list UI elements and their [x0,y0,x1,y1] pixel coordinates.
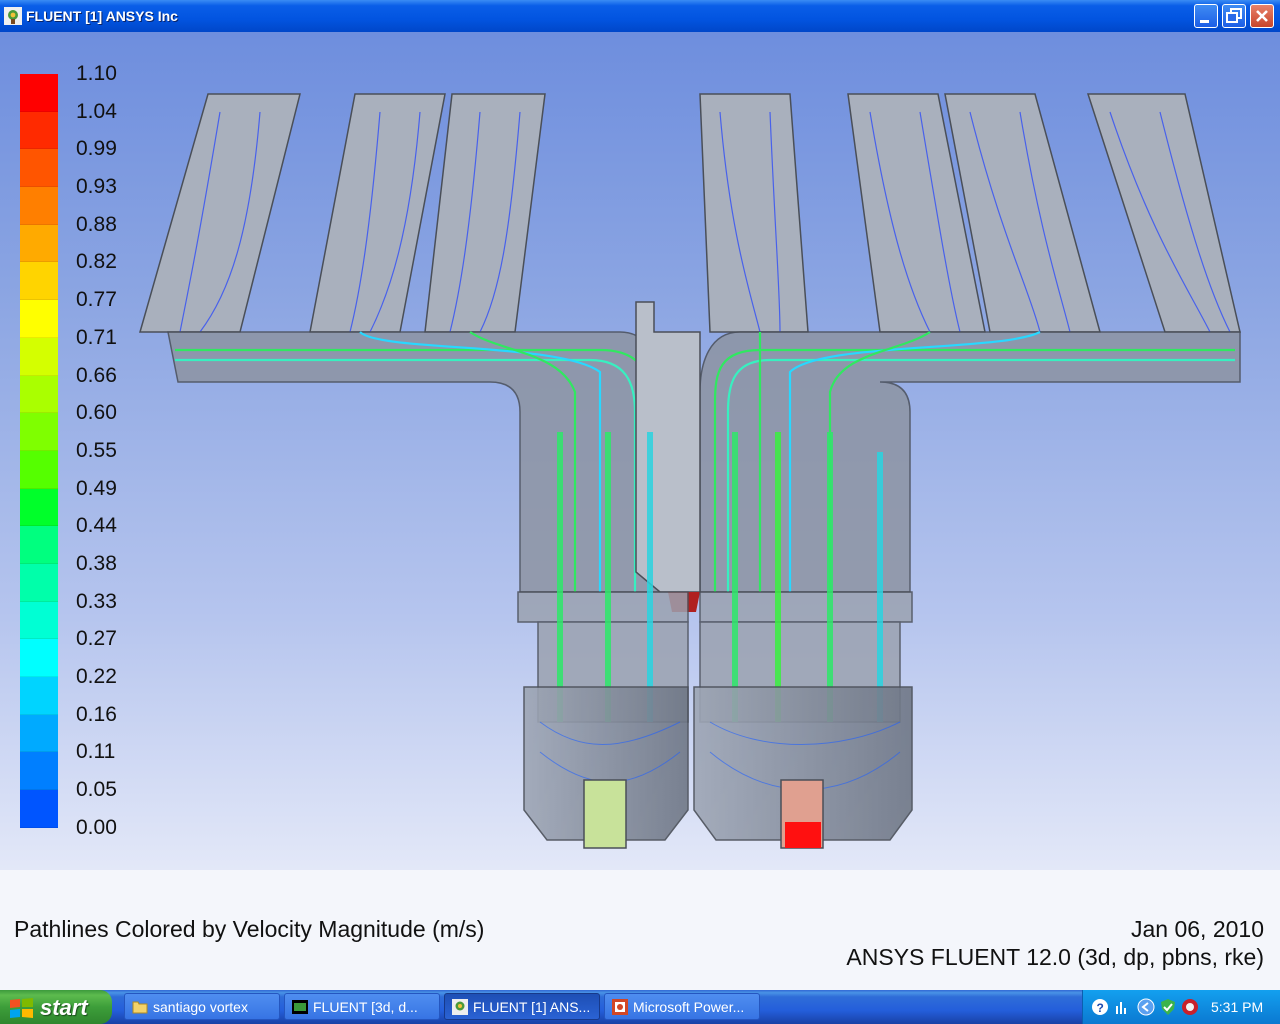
colormap-label: 0.99 [76,137,117,161]
taskbar-item-powerpoint[interactable]: Microsoft Power... [604,993,760,1020]
restore-icon [1226,8,1242,23]
colormap-label: 0.11 [76,740,116,764]
mixing-tanks [523,686,913,841]
minimize-icon [1200,20,1209,23]
colormap-segment [20,563,58,602]
fluent-console-icon [292,1000,308,1014]
colormap-label: 0.77 [76,288,117,312]
plot-title: Pathlines Colored by Velocity Magnitude … [14,916,485,942]
colormap-labels: 1.10 1.04 0.99 0.93 0.88 0.82 0.77 0.71 0.66 0.60… [76,62,117,853]
colormap-label: 0.82 [76,250,117,274]
colormap-label: 0.00 [76,815,117,839]
fluent-icon [452,999,468,1015]
center-divider [635,301,701,593]
colormap-label: 0.38 [76,551,117,575]
colormap-label: 0.49 [76,476,117,500]
colormap-label: 0.93 [76,175,117,199]
antivirus-icon[interactable] [1181,998,1199,1016]
colormap-segment [20,300,58,338]
task-label: FLUENT [1] ANS... [473,999,591,1015]
colormap-label: 0.27 [76,627,117,651]
colormap-label: 0.44 [76,514,117,538]
taskbar-item-fluent-graphics[interactable]: FLUENT [1] ANS... [444,993,600,1020]
colormap-label: 0.16 [76,702,117,726]
taskbar: start santiago vortex FLUENT [3d, d... F… [0,990,1280,1024]
colormap-segment [20,639,58,677]
colormap-segment [20,677,58,715]
system-tray: ? 5:31 PM [1082,990,1280,1024]
colormap-segment [20,149,58,188]
window-title: FLUENT [1] ANSYS Inc [26,8,178,24]
clock: 5:31 PM [1211,999,1264,1015]
minimize-button[interactable] [1194,4,1218,28]
colormap-label: 0.71 [76,325,117,349]
security-check-icon[interactable] [1159,998,1177,1016]
colormap-segment [20,752,58,791]
title-bar: FLUENT [1] ANSYS Inc [0,0,1280,32]
colormap-segment [20,790,58,828]
colormap-label: 1.04 [76,99,117,123]
colormap-segment [20,337,58,376]
colormap-segment [20,714,58,753]
colormap-segment [20,526,58,564]
solver-version: ANSYS FLUENT 12.0 (3d, dp, pbns, rke) [846,944,1264,970]
network-icon[interactable] [1113,998,1131,1016]
close-button[interactable] [1250,4,1274,28]
left-inlet [583,779,627,849]
svg-text:?: ? [1097,1001,1104,1015]
restore-button[interactable] [1222,4,1246,28]
start-label: start [40,995,88,1020]
fluent-app-icon [4,7,22,25]
start-button[interactable]: start [0,990,112,1024]
task-label: santiago vortex [153,999,248,1015]
colormap-label: 0.05 [76,778,117,802]
pathlines-render [139,93,1241,849]
help-icon[interactable]: ? [1091,998,1109,1016]
colormap-segment [20,262,58,301]
folder-icon [132,1001,148,1014]
plot-date: Jan 06, 2010 [1130,916,1264,942]
graphics-viewport[interactable]: 1.10 1.04 0.99 0.93 0.88 0.82 0.77 0.71 0.66 0.60… [0,32,1280,870]
colormap-segment [20,74,58,112]
colormap-label: 0.33 [76,589,117,613]
colormap-segment [20,601,58,640]
colormap-segment [20,224,58,263]
outlet-bins [139,93,1241,333]
taskbar-item-santiago-vortex[interactable]: santiago vortex [124,993,280,1020]
tray-arrow-icon[interactable] [1137,998,1155,1016]
colormap-segment [20,375,58,414]
colormap-label: 1.10 [76,62,117,85]
colormap-segment [20,450,58,489]
colormap-bar [20,74,58,828]
inlet-hotspot [785,822,821,848]
plot-caption: Pathlines Colored by Velocity Magnitude … [0,870,1280,990]
colormap-segment [20,187,58,225]
colormap-label: 0.66 [76,363,117,387]
colormap-label: 0.22 [76,665,117,688]
colormap-segment [20,111,58,150]
colormap-segment [20,488,58,527]
close-icon [1256,10,1268,22]
task-label: FLUENT [3d, d... [313,999,418,1015]
colormap-label: 0.60 [76,401,117,425]
colormap-label: 0.88 [76,212,117,236]
manifold-ducts [167,331,1241,593]
powerpoint-icon [612,999,628,1015]
colormap-segment [20,413,58,451]
colormap-label: 0.55 [76,438,117,462]
taskbar-item-fluent-console[interactable]: FLUENT [3d, d... [284,993,440,1020]
task-label: Microsoft Power... [633,999,745,1015]
windows-flag-icon [10,998,33,1018]
